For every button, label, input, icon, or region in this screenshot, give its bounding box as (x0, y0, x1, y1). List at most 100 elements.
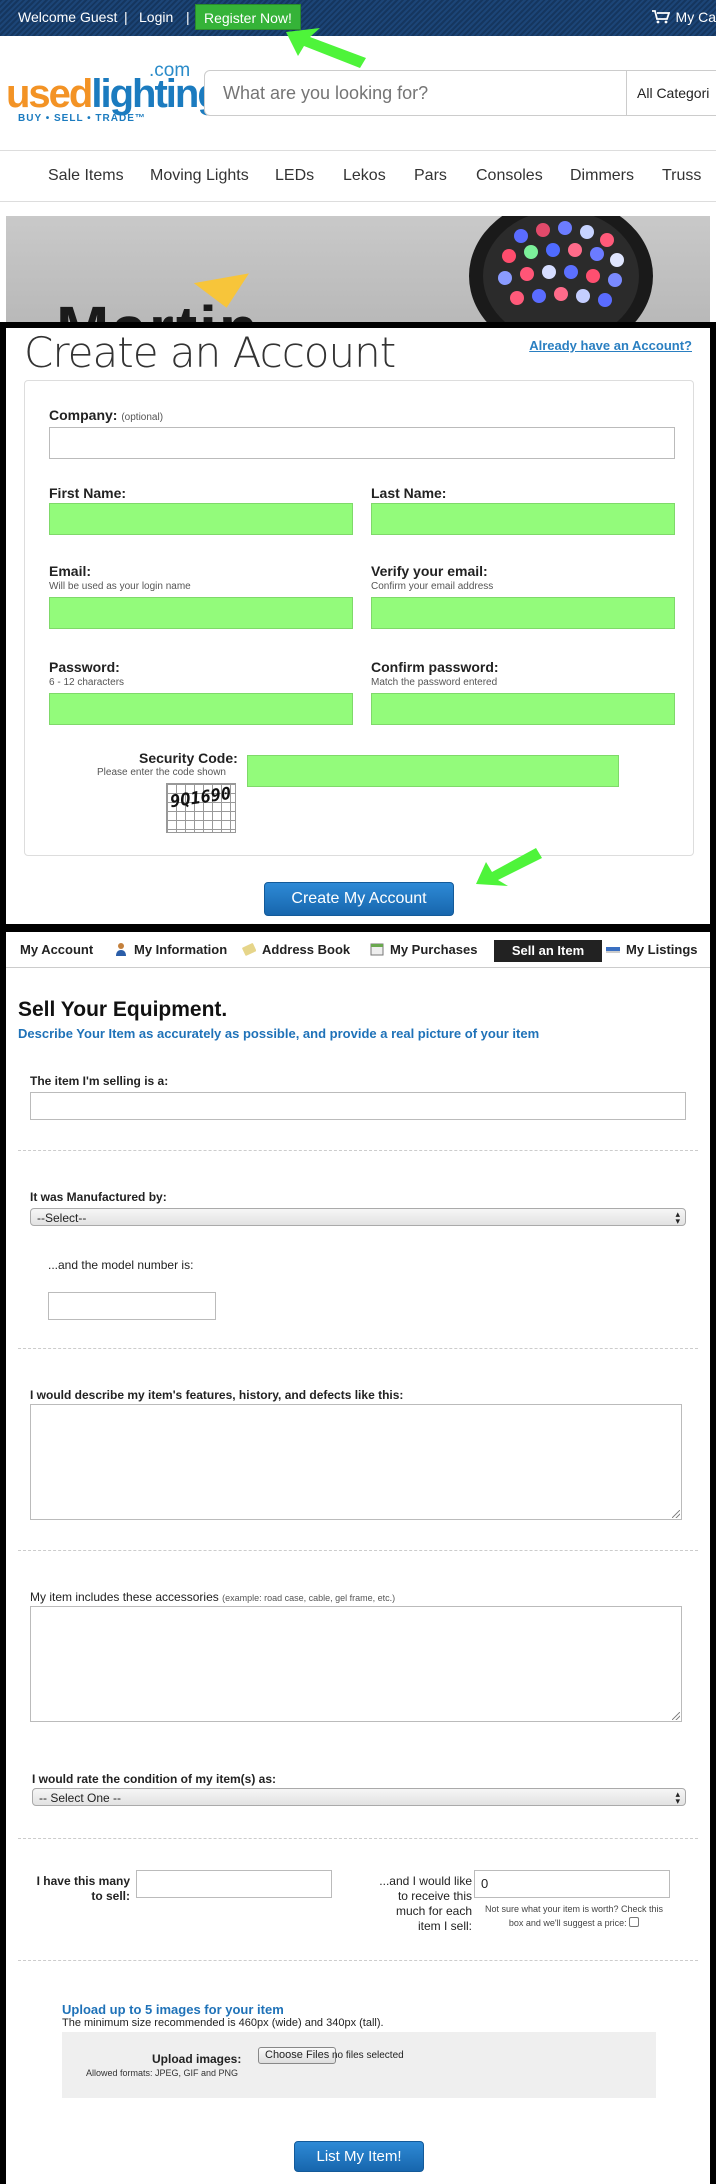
confirm-password-input[interactable] (372, 694, 674, 724)
list-my-item-button[interactable]: List My Item! (294, 2141, 424, 2172)
price-label-line: much for each (395, 1904, 472, 1918)
tab-my-account[interactable]: My Account (20, 942, 93, 957)
price-label-line: ...and I would like (379, 1874, 472, 1888)
tab-address-book-label[interactable]: Address Book (262, 942, 350, 957)
captcha-text: 9Q1690 (168, 783, 233, 813)
logo-wordmark: usedlighting (6, 72, 222, 117)
verify-email-field[interactable] (371, 597, 675, 629)
logo-word-used: used (6, 72, 93, 116)
price-label-line: item I sell: (417, 1919, 472, 1933)
account-nav: My Account My Information Address Book M… (6, 932, 710, 968)
account-form: Company: (optional) First Name: Last Nam… (24, 380, 694, 856)
upload-box: Upload images: Allowed formats: JPEG, GI… (62, 2032, 656, 2098)
tab-my-information-label[interactable]: My Information (134, 942, 227, 957)
upload-title: Upload up to 5 images for your item (62, 2002, 284, 2017)
separator: | (186, 9, 190, 25)
nav-item-leds[interactable]: LEDs (275, 167, 314, 185)
password-input[interactable] (50, 694, 352, 724)
tab-my-purchases-label[interactable]: My Purchases (390, 942, 477, 957)
welcome-text: Welcome Guest (18, 9, 118, 25)
tab-my-information[interactable]: My Information (114, 942, 227, 957)
tab-address-book[interactable]: Address Book (242, 942, 350, 957)
tab-my-listings[interactable]: My Listings (606, 942, 698, 957)
divider (18, 1348, 698, 1349)
security-code-input[interactable] (248, 756, 618, 786)
no-files-text: no files selected (332, 2050, 404, 2061)
nav-item-pars[interactable]: Pars (414, 167, 447, 185)
choose-files-button[interactable]: Choose Files (258, 2047, 337, 2064)
quantity-input[interactable] (136, 1870, 332, 1898)
logo-tagline: BUY • SELL • TRADE™ (18, 113, 146, 124)
price-label: ...and I would like to receive this much f… (354, 1874, 472, 1934)
divider (18, 1150, 698, 1151)
company-label-text: Company: (49, 407, 118, 423)
price-label-line: to receive this (397, 1889, 472, 1903)
hero-banner[interactable]: Martin (6, 216, 710, 322)
condition-select[interactable]: -- Select One -- ▴ ▾ (32, 1788, 686, 1806)
accessories-label: My item includes these accessories (exam… (30, 1590, 395, 1604)
confirm-password-hint: Match the password entered (371, 677, 498, 688)
optional-tag: (optional) (121, 412, 164, 423)
calendar-icon (370, 943, 384, 956)
price-input[interactable]: 0 (474, 1870, 670, 1898)
page-title: Create an Account (24, 328, 396, 377)
search-input[interactable] (205, 71, 633, 115)
user-icon (116, 943, 126, 956)
captcha-image: 9Q1690 (166, 783, 236, 833)
divider (18, 1550, 698, 1551)
first-name-field[interactable] (49, 503, 353, 535)
item-input[interactable] (30, 1092, 686, 1120)
nav-item-dimmers[interactable]: Dimmers (570, 167, 634, 185)
tab-my-listings-label[interactable]: My Listings (626, 942, 698, 957)
suggest-price-checkbox[interactable] (629, 1917, 640, 1927)
search-box[interactable] (204, 70, 634, 116)
company-input[interactable] (50, 428, 674, 458)
describe-textarea[interactable] (30, 1404, 682, 1520)
address-book-icon (242, 943, 256, 956)
select-arrows-icon: ▴ ▾ (675, 1209, 680, 1226)
model-label: ...and the model number is: (48, 1258, 194, 1272)
verify-email-input[interactable] (372, 598, 674, 628)
login-link[interactable]: Login (139, 9, 173, 25)
last-name-field[interactable] (371, 503, 675, 535)
sell-subtitle: Describe Your Item as accurately as poss… (18, 1026, 540, 1041)
pointer-arrow-icon (286, 28, 366, 68)
first-name-input[interactable] (50, 504, 352, 534)
listings-icon (606, 947, 620, 953)
cart-label[interactable]: My Ca (676, 9, 716, 25)
last-name-label: Last Name: (371, 485, 447, 501)
confirm-password-label: Confirm password: (371, 659, 499, 675)
tab-my-purchases[interactable]: My Purchases (370, 942, 477, 957)
last-name-input[interactable] (372, 504, 674, 534)
tab-sell-an-item[interactable]: Sell an Item (494, 940, 602, 962)
create-account-button[interactable]: Create My Account (264, 882, 454, 916)
email-hint: Will be used as your login name (49, 581, 191, 592)
accessories-textarea[interactable] (30, 1606, 682, 1722)
confirm-password-field[interactable] (371, 693, 675, 725)
nav-item-sale-items[interactable]: Sale Items (48, 167, 124, 185)
model-input[interactable] (48, 1292, 216, 1320)
quantity-label: I have this many to sell: (34, 1874, 130, 1904)
condition-selected: -- Select One -- (39, 1791, 122, 1805)
already-have-account-link[interactable]: Already have an Account? (529, 338, 692, 353)
my-cart-link[interactable]: My Ca (651, 9, 716, 25)
password-hint: 6 - 12 characters (49, 677, 125, 688)
security-code-field[interactable] (247, 755, 619, 787)
nav-item-consoles[interactable]: Consoles (476, 167, 543, 185)
nav-item-moving-lights[interactable]: Moving Lights (150, 167, 249, 185)
email-input[interactable] (50, 598, 352, 628)
create-account-panel: Create an Account Already have an Accoun… (6, 328, 710, 924)
password-field[interactable] (49, 693, 353, 725)
banner-brand-text: Martin (56, 292, 260, 322)
nav-item-truss[interactable]: Truss (662, 167, 701, 185)
site-logo[interactable]: .com usedlighting BUY • SELL • TRADE™ (6, 60, 222, 130)
nav-item-lekos[interactable]: Lekos (343, 167, 386, 185)
company-field[interactable] (49, 427, 675, 459)
category-select[interactable]: All Categori (626, 70, 716, 116)
verify-email-hint: Confirm your email address (371, 581, 494, 592)
email-field[interactable] (49, 597, 353, 629)
manufacturer-select[interactable]: --Select-- ▴ ▾ (30, 1208, 686, 1226)
password-label: Password: (49, 659, 120, 675)
register-now-button[interactable]: Register Now! (195, 4, 301, 30)
pointer-arrow-icon (476, 848, 542, 886)
